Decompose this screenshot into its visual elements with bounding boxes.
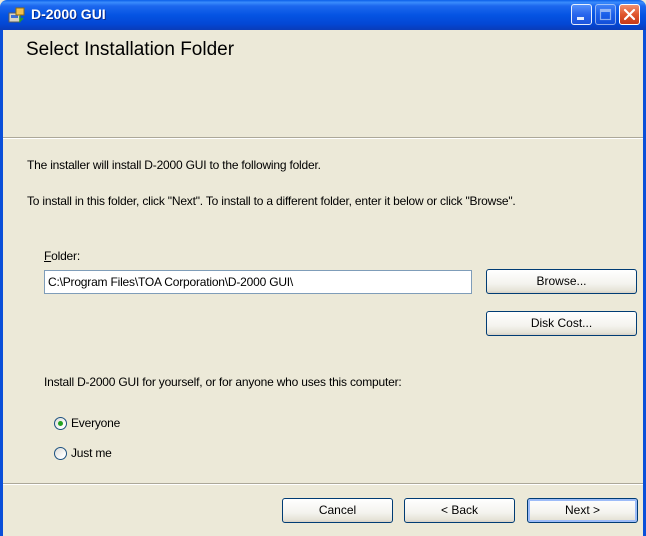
maximize-button[interactable]	[595, 4, 616, 25]
close-button[interactable]	[619, 4, 640, 25]
just-me-radio[interactable]	[54, 447, 67, 460]
window-title: D-2000 GUI	[31, 6, 106, 22]
install-for-prompt: Install D-2000 GUI for yourself, or for …	[44, 375, 402, 389]
radio-selected-dot	[58, 421, 63, 426]
intro-text: The installer will install D-2000 GUI to…	[27, 158, 321, 172]
minimize-icon	[577, 17, 584, 20]
title-bar[interactable]: D-2000 GUI	[0, 0, 646, 30]
minimize-button[interactable]	[571, 4, 592, 25]
installer-app-icon	[8, 7, 26, 23]
instructions-text: To install in this folder, click "Next".…	[27, 194, 516, 208]
disk-cost-button[interactable]: Disk Cost...	[486, 311, 637, 336]
folder-label: Folder:	[44, 249, 80, 263]
installer-window: D-2000 GUI Select Installation Folder Th…	[0, 0, 646, 536]
back-button[interactable]: < Back	[404, 498, 515, 523]
browse-button[interactable]: Browse...	[486, 269, 637, 294]
folder-path-input[interactable]	[44, 270, 472, 294]
everyone-radio[interactable]	[54, 417, 67, 430]
page-title: Select Installation Folder	[26, 39, 235, 60]
folder-label-text: older:	[51, 249, 80, 263]
maximize-icon	[599, 8, 612, 21]
close-icon	[623, 8, 636, 21]
just-me-radio-label[interactable]: Just me	[71, 446, 112, 460]
cancel-button[interactable]: Cancel	[282, 498, 393, 523]
header-divider	[3, 137, 643, 139]
everyone-radio-label[interactable]: Everyone	[71, 416, 120, 430]
footer-divider	[3, 483, 643, 485]
next-button[interactable]: Next >	[527, 498, 638, 523]
